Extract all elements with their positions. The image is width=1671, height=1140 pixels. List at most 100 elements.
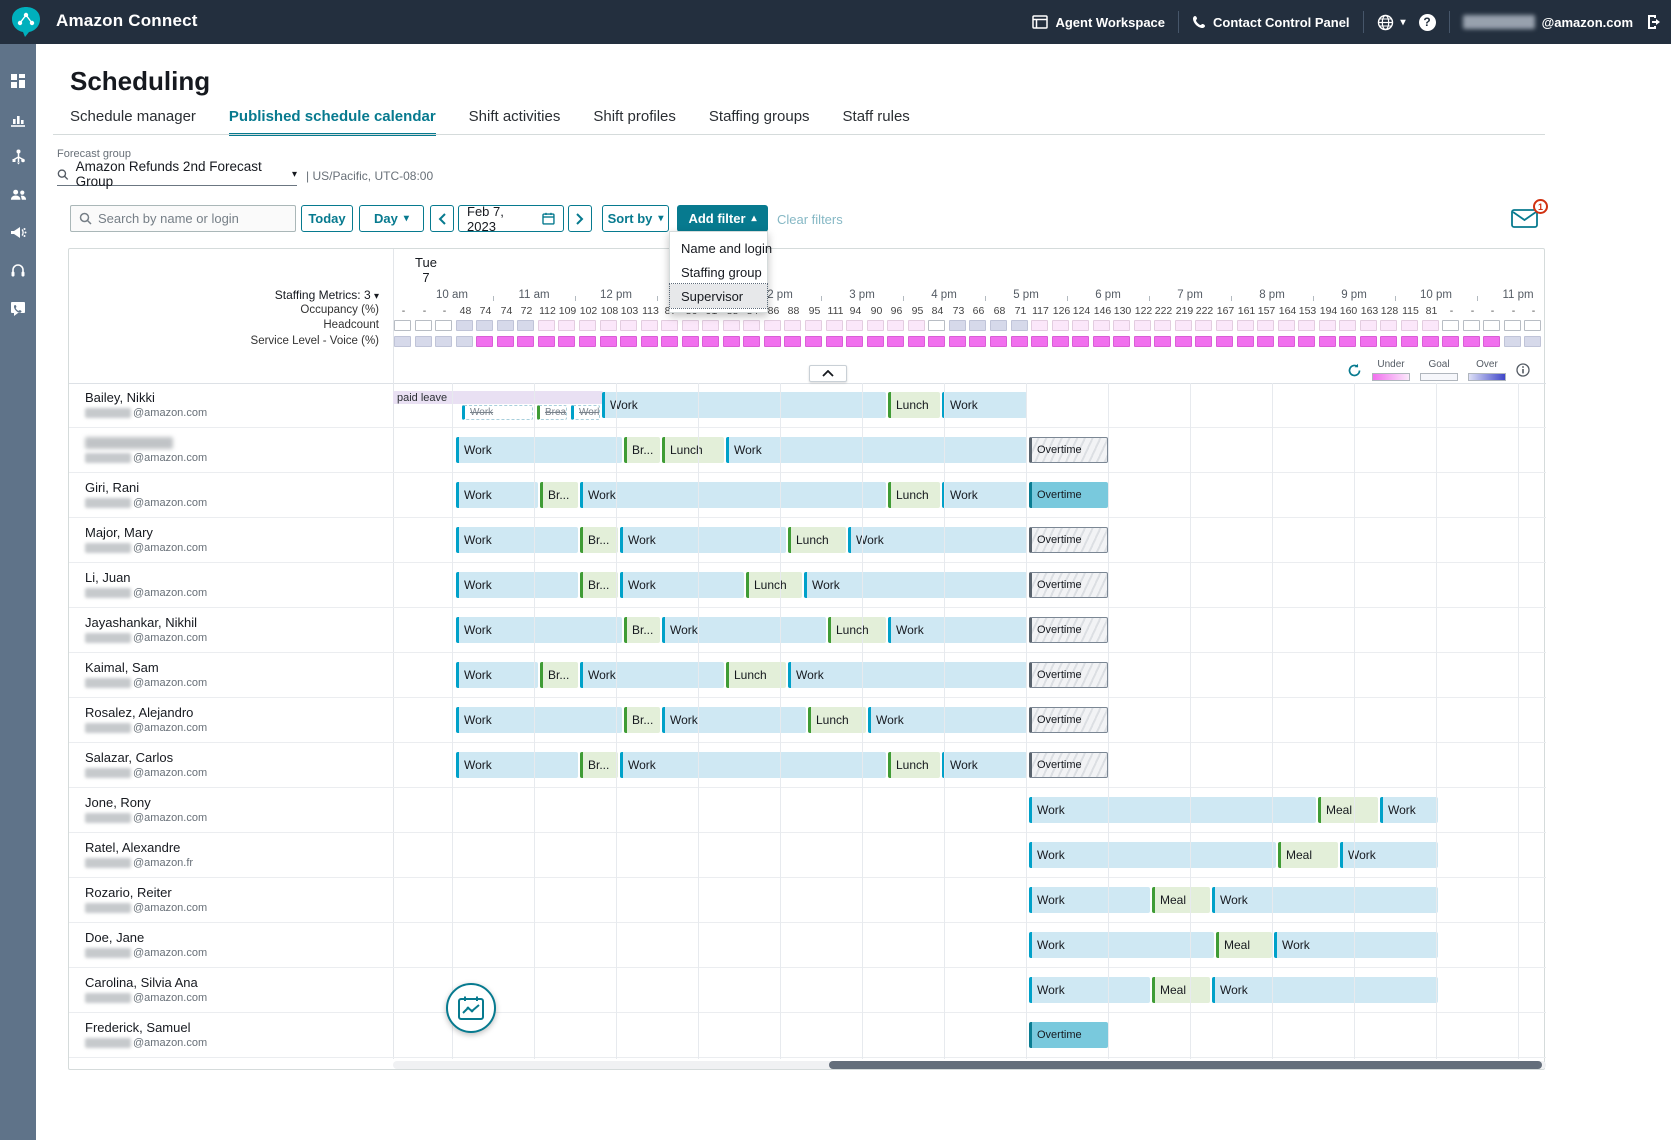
shift-bar-overtime[interactable]: Overtime bbox=[1029, 572, 1108, 598]
filter-menu-item-name-and-login[interactable]: Name and login bbox=[670, 236, 767, 260]
shift-bar-work[interactable]: Work bbox=[620, 527, 786, 553]
shift-bar-cancelled-break[interactable]: Break bbox=[537, 405, 567, 420]
shift-bar-work[interactable]: Work bbox=[456, 752, 578, 778]
dashboard-icon[interactable] bbox=[10, 72, 27, 89]
shift-bar-meal[interactable]: Meal bbox=[1152, 887, 1210, 913]
refresh-icon[interactable] bbox=[1347, 363, 1362, 378]
shift-bar-break[interactable]: Br... bbox=[580, 572, 618, 598]
shift-bar-work[interactable]: Work bbox=[662, 707, 806, 733]
shift-bar-overtime[interactable]: Overtime bbox=[1029, 437, 1108, 463]
shift-bar-work[interactable]: Work bbox=[456, 617, 622, 643]
shift-bar-overtime[interactable]: Overtime bbox=[1029, 707, 1108, 733]
shift-bar-break[interactable]: Br... bbox=[624, 617, 660, 643]
shift-bar-work[interactable]: Work bbox=[456, 527, 578, 553]
shift-bar-break[interactable]: Br... bbox=[624, 437, 660, 463]
shift-bar-work[interactable]: Work bbox=[868, 707, 1027, 733]
shift-bar-break[interactable]: Br... bbox=[624, 707, 660, 733]
shift-bar-lunch[interactable]: Lunch bbox=[888, 752, 940, 778]
shift-bar-lunch[interactable]: Lunch bbox=[662, 437, 724, 463]
help-button[interactable]: ? bbox=[1419, 14, 1436, 31]
shift-bar-lunch[interactable]: Lunch bbox=[888, 392, 940, 418]
shift-bar-overtime[interactable]: Overtime bbox=[1029, 662, 1108, 688]
filter-menu-item-staffing-group[interactable]: Staffing group bbox=[670, 260, 767, 284]
shift-bar-work[interactable]: Work bbox=[1212, 887, 1438, 913]
shift-bar-lunch[interactable]: Lunch bbox=[788, 527, 846, 553]
staffing-metrics-toggle[interactable]: Staffing Metrics: 3 ▾ bbox=[109, 288, 379, 302]
schedule-metrics-fab[interactable] bbox=[446, 983, 496, 1033]
sign-out-button[interactable] bbox=[1646, 14, 1663, 30]
users-icon[interactable] bbox=[10, 186, 27, 203]
tab-staffing-groups[interactable]: Staffing groups bbox=[709, 108, 810, 136]
filter-menu-item-supervisor[interactable]: Supervisor bbox=[670, 284, 767, 308]
contact-control-panel-link[interactable]: Contact Control Panel bbox=[1192, 15, 1350, 30]
view-mode-dropdown[interactable]: Day▾ bbox=[359, 205, 424, 232]
shift-bar-work[interactable]: Work bbox=[1274, 932, 1438, 958]
shift-bar-cancelled-work[interactable]: Work bbox=[462, 405, 533, 420]
shift-bar-paid-leave[interactable]: paid leave bbox=[393, 391, 603, 404]
shift-bar-work[interactable]: Work bbox=[942, 392, 1027, 418]
shift-bar-overtime[interactable]: Overtime bbox=[1029, 752, 1108, 778]
scrollbar-thumb[interactable] bbox=[829, 1061, 1542, 1069]
shift-bar-work[interactable]: Work bbox=[888, 617, 1027, 643]
shift-bar-break[interactable]: Br... bbox=[580, 527, 618, 553]
search-input[interactable] bbox=[98, 211, 278, 226]
agent-headset-icon[interactable] bbox=[10, 262, 27, 279]
shift-bar-work[interactable]: Work bbox=[620, 752, 886, 778]
sort-by-dropdown[interactable]: Sort by▾ bbox=[602, 205, 669, 232]
shift-bar-meal[interactable]: Meal bbox=[1152, 977, 1210, 1003]
forecast-group-select[interactable]: Amazon Refunds 2nd Forecast Group ▾ bbox=[57, 163, 297, 186]
metrics-icon[interactable] bbox=[10, 110, 27, 127]
shift-bar-break[interactable]: Br... bbox=[540, 662, 578, 688]
contact-phone-icon[interactable] bbox=[10, 300, 27, 317]
shift-bar-lunch[interactable]: Lunch bbox=[746, 572, 802, 598]
shift-bar-lunch[interactable]: Lunch bbox=[888, 482, 940, 508]
shift-bar-meal[interactable]: Meal bbox=[1216, 932, 1272, 958]
shift-bar-work[interactable]: Work bbox=[726, 437, 1027, 463]
tab-published-schedule-calendar[interactable]: Published schedule calendar bbox=[229, 108, 436, 136]
tab-shift-profiles[interactable]: Shift profiles bbox=[593, 108, 676, 136]
tab-staff-rules[interactable]: Staff rules bbox=[843, 108, 910, 136]
user-account[interactable]: @amazon.com bbox=[1463, 15, 1633, 30]
shift-bar-work[interactable]: Work bbox=[1029, 977, 1150, 1003]
shift-bar-lunch[interactable]: Lunch bbox=[828, 617, 886, 643]
shift-bar-work[interactable]: Work bbox=[1029, 842, 1276, 868]
tab-shift-activities[interactable]: Shift activities bbox=[469, 108, 561, 136]
date-picker-field[interactable]: Feb 7, 2023 bbox=[458, 205, 564, 232]
collapse-metrics-button[interactable] bbox=[809, 365, 847, 382]
shift-bar-overtime-solid[interactable]: Overtime bbox=[1029, 1022, 1108, 1048]
shift-bar-work[interactable]: Work bbox=[1029, 887, 1150, 913]
agent-workspace-link[interactable]: Agent Workspace bbox=[1032, 15, 1165, 30]
routing-icon[interactable] bbox=[10, 148, 27, 165]
announcements-icon[interactable] bbox=[10, 224, 27, 241]
language-selector[interactable]: ▾ bbox=[1377, 14, 1406, 31]
shift-bar-overtime[interactable]: Overtime bbox=[1029, 617, 1108, 643]
clear-filters-link[interactable]: Clear filters bbox=[777, 212, 843, 227]
shift-bar-work[interactable]: Work bbox=[602, 392, 886, 418]
shift-bar-work[interactable]: Work bbox=[788, 662, 1027, 688]
shift-bar-work[interactable]: Work bbox=[804, 572, 1027, 598]
shift-bar-meal[interactable]: Meal bbox=[1278, 842, 1338, 868]
shift-bar-work[interactable]: Work bbox=[620, 572, 744, 598]
shift-bar-break[interactable]: Br... bbox=[580, 752, 618, 778]
shift-bar-break[interactable]: Br... bbox=[540, 482, 578, 508]
shift-bar-work[interactable]: Work bbox=[456, 572, 578, 598]
shift-bar-work[interactable]: Work bbox=[1380, 797, 1438, 823]
shift-bar-work[interactable]: Work bbox=[662, 617, 826, 643]
shift-bar-overtime[interactable]: Overtime bbox=[1029, 527, 1108, 553]
shift-bar-lunch[interactable]: Lunch bbox=[726, 662, 786, 688]
shift-bar-work[interactable]: Work bbox=[580, 662, 724, 688]
shift-bar-work[interactable]: Work bbox=[942, 482, 1027, 508]
shift-bar-work[interactable]: Work bbox=[456, 437, 622, 463]
shift-bar-cancelled-work[interactable]: Work bbox=[571, 405, 600, 420]
add-filter-button[interactable]: Add filter▴ bbox=[677, 205, 768, 232]
shift-bar-work[interactable]: Work bbox=[456, 482, 538, 508]
shift-bar-work[interactable]: Work bbox=[456, 707, 622, 733]
shift-bar-work[interactable]: Work bbox=[848, 527, 1027, 553]
shift-bar-meal[interactable]: Meal bbox=[1318, 797, 1378, 823]
previous-day-button[interactable] bbox=[430, 205, 454, 232]
shift-bar-overtime-solid[interactable]: Overtime bbox=[1029, 482, 1108, 508]
shift-bar-work[interactable]: Work bbox=[580, 482, 886, 508]
shift-bar-work[interactable]: Work bbox=[1212, 977, 1438, 1003]
info-icon[interactable] bbox=[1516, 363, 1530, 377]
shift-bar-work[interactable]: Work bbox=[1029, 932, 1214, 958]
